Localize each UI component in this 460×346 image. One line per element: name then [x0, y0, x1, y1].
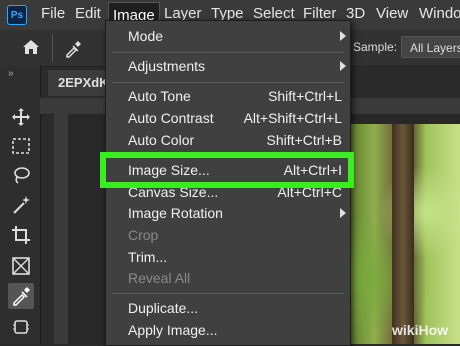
- menu-item-adjustments[interactable]: Adjustments: [128, 58, 205, 74]
- patch-tool-icon[interactable]: [8, 314, 34, 340]
- submenu-arrow-icon: [340, 208, 346, 218]
- frame-tool-icon[interactable]: [8, 253, 34, 279]
- menu-file[interactable]: File: [41, 5, 65, 22]
- menu-item-auto-color[interactable]: Auto Color: [128, 132, 194, 148]
- eyedropper-tool-icon[interactable]: [8, 283, 34, 309]
- menu-item-apply-image[interactable]: Apply Image...: [128, 322, 218, 338]
- wikihow-watermark: wikiHow: [392, 322, 449, 338]
- highlight-box: [100, 152, 354, 188]
- lasso-tool-icon[interactable]: [8, 162, 34, 188]
- menu-edit[interactable]: Edit: [75, 5, 101, 22]
- menu-view[interactable]: View: [376, 5, 408, 22]
- menu-window[interactable]: Windo: [419, 5, 460, 22]
- menu-separator: [112, 52, 344, 53]
- image-tree-trunk: [392, 124, 414, 344]
- photoshop-logo-icon: Ps: [7, 5, 27, 25]
- menu-item-auto-contrast[interactable]: Auto Contrast: [128, 110, 214, 126]
- sample-label: Sample:: [353, 40, 398, 54]
- shortcut-auto-contrast: Alt+Shift+Ctrl+L: [243, 110, 342, 126]
- eyedropper-icon[interactable]: [64, 40, 82, 63]
- vertical-ruler: [54, 114, 68, 344]
- menu-item-reveal-all: Reveal All: [128, 270, 191, 286]
- menu-item-image-rotation[interactable]: Image Rotation: [128, 205, 223, 221]
- home-icon[interactable]: [22, 39, 40, 60]
- menu-separator: [112, 82, 344, 83]
- document-tab[interactable]: 2EPXdK: [48, 70, 109, 96]
- menu-item-auto-tone[interactable]: Auto Tone: [128, 88, 191, 104]
- menu-item-mode[interactable]: Mode: [128, 28, 163, 44]
- menu-item-trim[interactable]: Trim...: [128, 249, 167, 265]
- menu-item-crop: Crop: [128, 227, 159, 243]
- menu-item-duplicate[interactable]: Duplicate...: [128, 300, 198, 316]
- submenu-arrow-icon: [340, 31, 346, 41]
- shortcut-auto-color: Shift+Ctrl+B: [266, 132, 342, 148]
- submenu-arrow-icon: [340, 61, 346, 71]
- collapse-panel-button[interactable]: »: [8, 68, 14, 79]
- magic-wand-tool-icon[interactable]: [8, 192, 34, 218]
- move-tool-icon[interactable]: [8, 104, 34, 130]
- shortcut-auto-tone: Shift+Ctrl+L: [268, 88, 342, 104]
- marquee-tool-icon[interactable]: [8, 133, 34, 159]
- crop-tool-icon[interactable]: [8, 222, 34, 248]
- sample-select[interactable]: All Layers: [401, 36, 460, 58]
- menu-separator: [112, 293, 344, 294]
- options-separator: [52, 34, 53, 62]
